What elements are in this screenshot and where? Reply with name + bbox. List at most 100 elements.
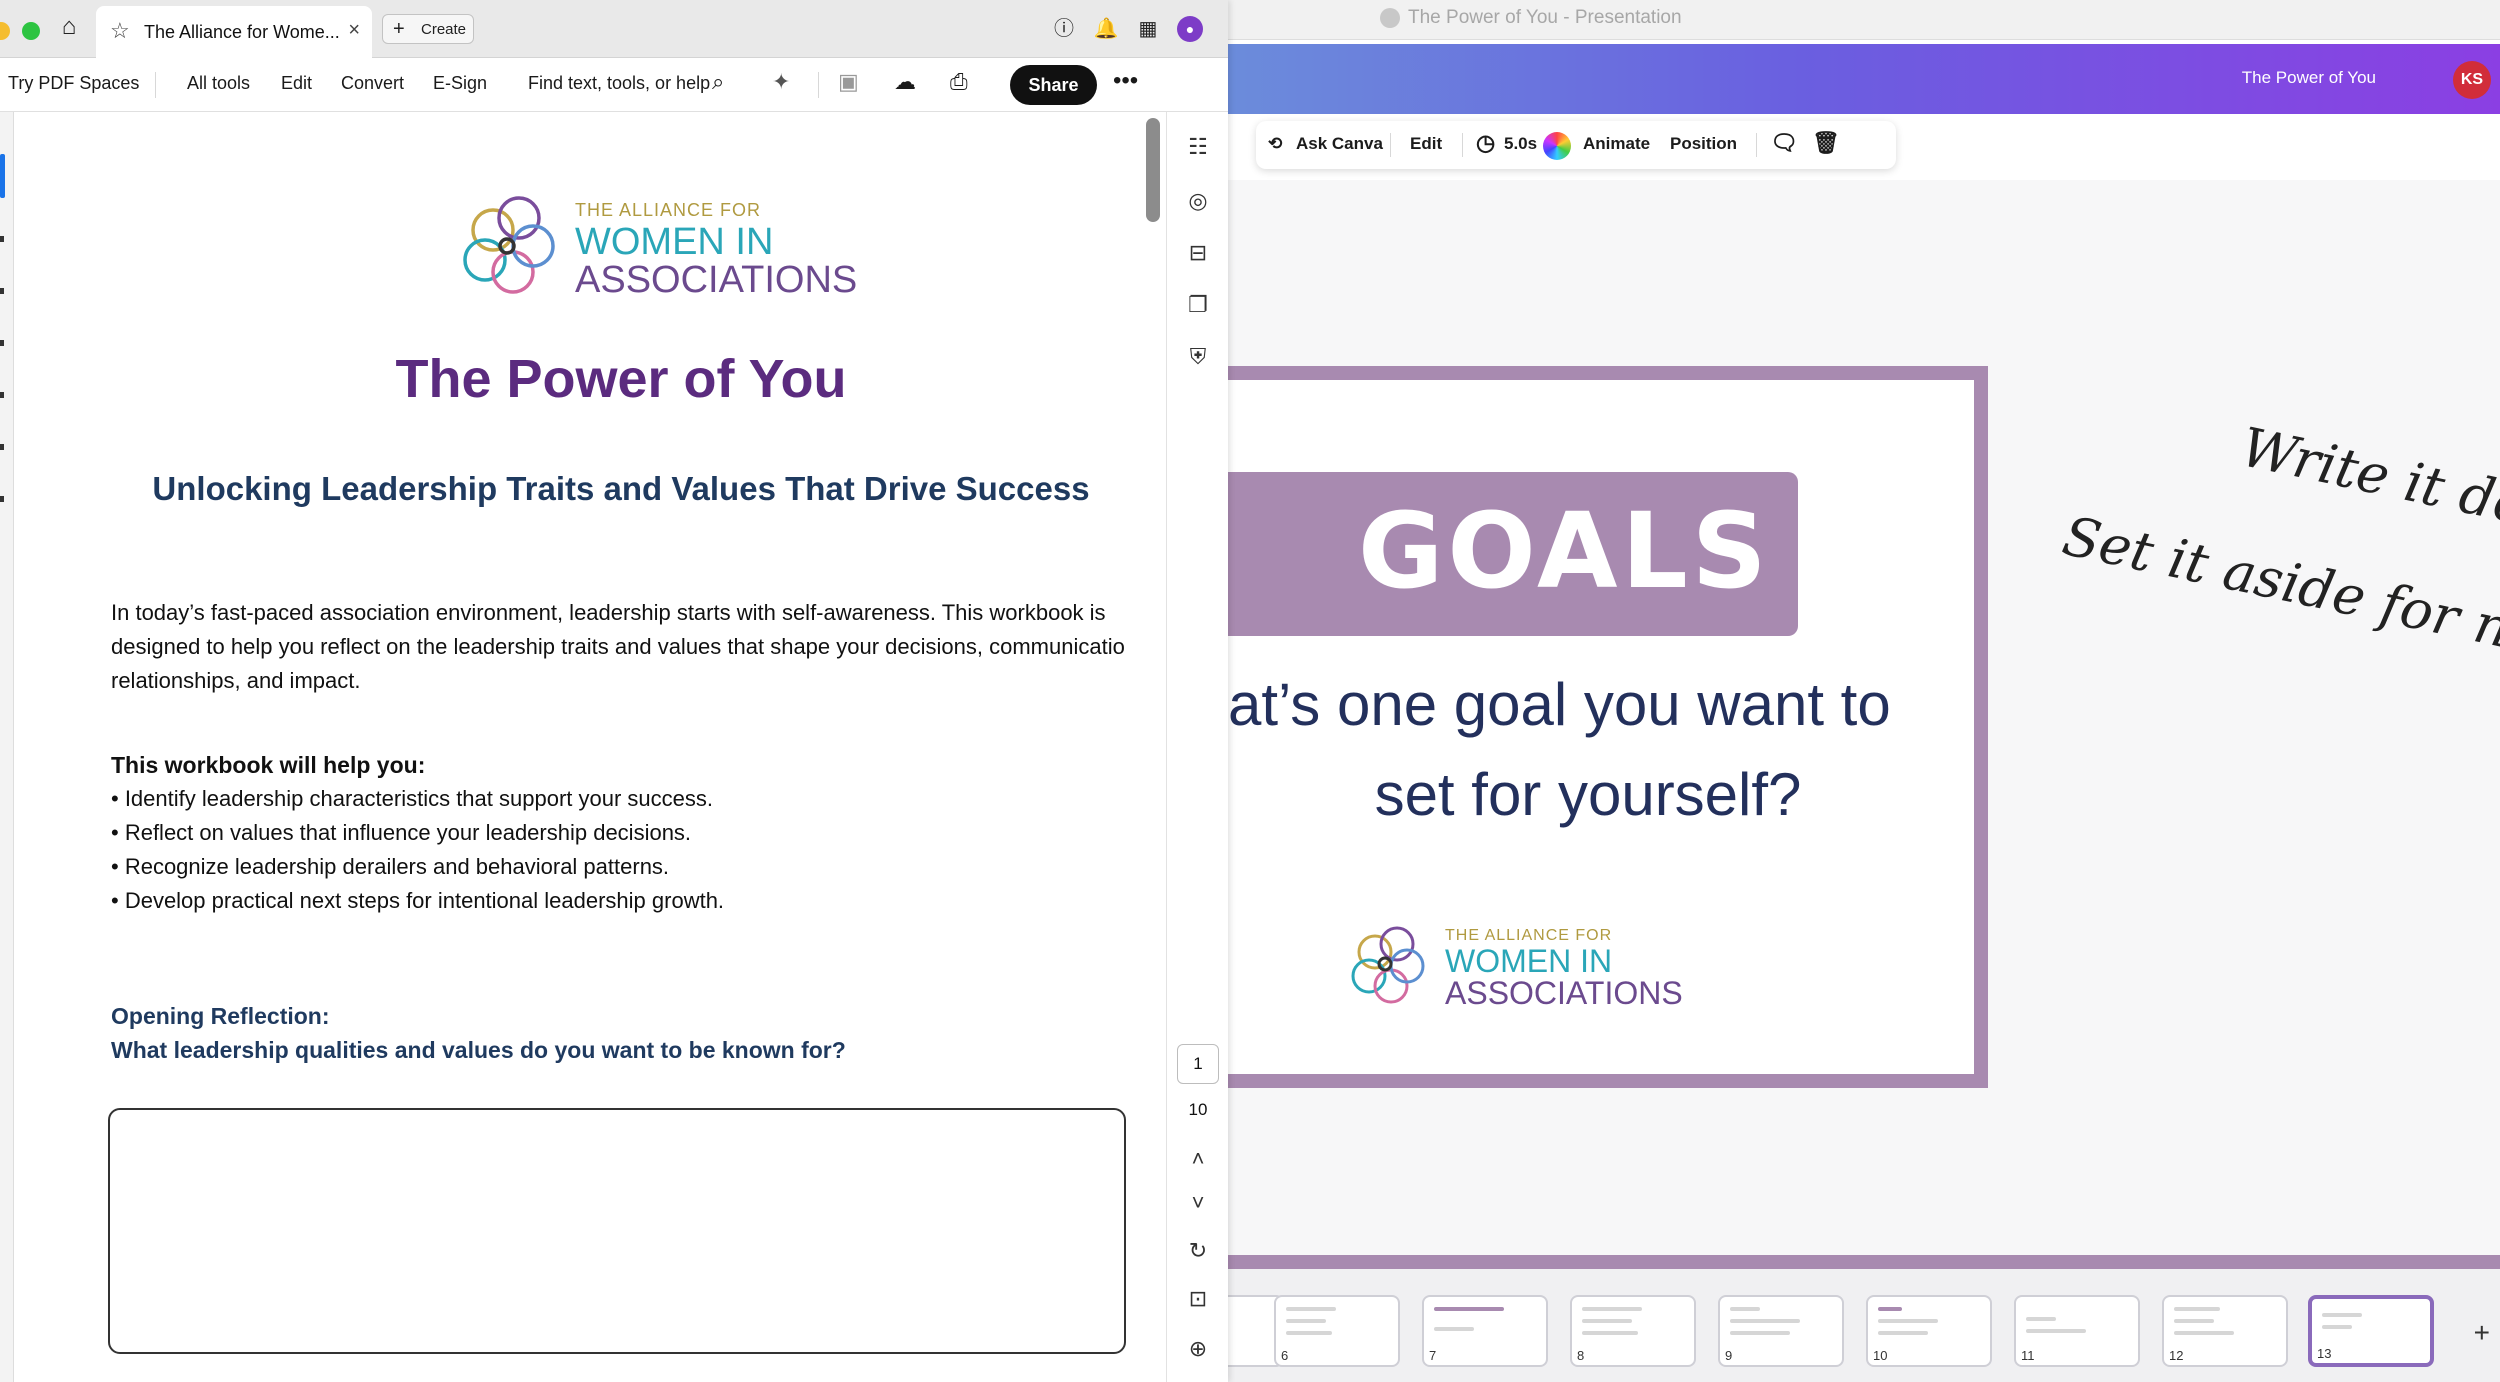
element-toolbar: ⟲ Ask Canva Edit ◷ 5.0s Animate Position…	[1256, 121, 1896, 169]
bookmarks-icon[interactable]: ⊟	[1183, 238, 1213, 268]
save-icon[interactable]: ▣	[838, 69, 859, 95]
print-icon[interactable]: ⎙	[950, 69, 968, 95]
zoom-in-icon[interactable]: ⊕	[1183, 1334, 1213, 1364]
pages-icon[interactable]: ❐	[1183, 290, 1213, 320]
edit-button[interactable]: Edit	[1410, 134, 1442, 154]
slide-thumbnail[interactable]: 10	[1866, 1295, 1992, 1367]
alliance-logo[interactable]: THE ALLIANCE FOR WOMEN IN ASSOCIATIONS	[1345, 914, 1685, 1024]
document-scrollbar[interactable]	[1146, 118, 1160, 222]
user-avatar[interactable]: KS	[2453, 61, 2491, 99]
current-slide[interactable]: GOALS at’s one goal you want to set for …	[1228, 366, 1988, 1088]
comment-icon[interactable]: ◎	[1183, 186, 1213, 216]
total-pages: 10	[1188, 1100, 1208, 1119]
right-tools-rail: ☷ ◎ ⊟ ❐ ⛨ 1 10 ˄ ˅ ↻ ⊡ ⊕	[1166, 112, 1228, 1382]
browser-tab-bar: ⌂ ☆ The Alliance for Wome... × + Create …	[0, 0, 1228, 58]
ask-canva-icon[interactable]: ⟲	[1268, 134, 1282, 154]
slide-number: 12	[2169, 1348, 2184, 1363]
logo-text-bottom: ASSOCIATIONS	[1445, 975, 1683, 1011]
slide-thumbnail-active[interactable]: 13	[2308, 1295, 2434, 1367]
tab-title: The Alliance for Wome...	[144, 22, 340, 42]
comment-add-icon[interactable]: 🗨	[1770, 130, 1798, 156]
handwritten-note-line1[interactable]: Write it down.	[2236, 415, 2500, 557]
current-page-input[interactable]: 1	[1177, 1044, 1219, 1084]
help-icon[interactable]: ⓘ	[1051, 16, 1077, 42]
document-tab[interactable]: ☆ The Alliance for Wome... ×	[96, 6, 372, 58]
star-icon[interactable]: ☆	[110, 18, 130, 44]
minimize-window-icon[interactable]	[0, 22, 10, 40]
slide-thumbnail-strip: 6 7 8 9 10 11 12 13 +	[1228, 1269, 2500, 1382]
presentation-titlebar: The Power of You - Presentation	[1228, 0, 2500, 40]
trash-icon[interactable]: 🗑	[1812, 130, 1840, 156]
slide-number: 13	[2317, 1346, 2332, 1361]
pdf-page[interactable]: THE ALLIANCE FOR WOMEN IN ASSOCIATIONS T…	[14, 112, 1144, 1382]
document-subtitle: Unlocking Leadership Traits and Values T…	[152, 470, 1090, 507]
more-options-icon[interactable]: •••	[1113, 67, 1138, 95]
ai-summary-icon[interactable]: ☷	[1183, 132, 1213, 162]
close-tab-icon[interactable]: ×	[348, 19, 360, 42]
all-tools-menu[interactable]: All tools	[187, 73, 250, 94]
reflection-answer-field[interactable]	[108, 1108, 1126, 1354]
alliance-logo: THE ALLIANCE FOR WOMEN IN ASSOCIATIONS	[463, 196, 857, 301]
bullet-item: • Recognize leadership derailers and beh…	[111, 854, 670, 879]
chevron-down-icon[interactable]: ˅	[1183, 1188, 1213, 1218]
pdf-toolbar: Try PDF Spaces All tools Edit Convert E-…	[0, 58, 1228, 112]
profile-avatar[interactable]: ●	[1177, 16, 1203, 42]
ask-canva-button[interactable]: Ask Canva	[1296, 134, 1383, 154]
share-button[interactable]: Share	[1010, 65, 1097, 105]
color-wheel-icon[interactable]	[1543, 132, 1571, 160]
logo-text-top: THE ALLIANCE FOR	[575, 200, 761, 220]
divider	[818, 72, 819, 98]
create-button[interactable]: + Create	[382, 14, 474, 44]
pdf-viewer-window: ⌂ ☆ The Alliance for Wome... × + Create …	[0, 0, 1228, 1382]
notification-bell-icon[interactable]: 🔔	[1093, 16, 1119, 42]
slide-thumbnail[interactable]: 7	[1422, 1295, 1548, 1367]
try-pdf-spaces-link[interactable]: Try PDF Spaces	[8, 73, 139, 94]
slide-thumbnail[interactable]: 9	[1718, 1295, 1844, 1367]
add-slide-icon[interactable]: +	[2474, 1317, 2490, 1349]
chevron-up-icon[interactable]: ˄	[1183, 1144, 1213, 1174]
active-indicator	[0, 154, 5, 198]
apps-grid-icon[interactable]: ▦	[1135, 16, 1161, 42]
goals-banner[interactable]: GOALS	[1228, 472, 1798, 636]
bullet-item: • Develop practical next steps for inten…	[111, 888, 725, 913]
duration-button[interactable]: 5.0s	[1504, 134, 1537, 154]
logo-text-bottom: ASSOCIATIONS	[575, 259, 857, 301]
find-search-field[interactable]: Find text, tools, or help	[528, 73, 710, 94]
divider	[1462, 133, 1463, 157]
slide-question-line1[interactable]: at’s one goal you want to	[1228, 670, 1988, 739]
rotate-icon[interactable]: ↻	[1183, 1236, 1213, 1266]
intro-line: In today’s fast-paced association enviro…	[111, 600, 1106, 625]
edit-menu[interactable]: Edit	[281, 73, 312, 94]
position-button[interactable]: Position	[1670, 134, 1737, 154]
bullet-item: • Identify leadership characteristics th…	[111, 786, 713, 811]
app-icon	[1380, 8, 1400, 28]
slide-number: 9	[1725, 1348, 1733, 1363]
document-title[interactable]: The Power of You	[2242, 68, 2376, 88]
slide-number: 7	[1429, 1348, 1437, 1363]
divider	[1756, 133, 1757, 157]
slide-thumbnail[interactable]: 11	[2014, 1295, 2140, 1367]
slide-thumbnail[interactable]: 12	[2162, 1295, 2288, 1367]
slide-thumbnail[interactable]: 6	[1274, 1295, 1400, 1367]
opening-reflection-heading: Opening Reflection:	[111, 1003, 330, 1029]
left-sidebar-rail	[0, 112, 14, 1382]
bullet-item: • Reflect on values that influence your …	[111, 820, 692, 845]
upload-cloud-icon[interactable]: ☁	[894, 69, 916, 95]
handwritten-note-line2[interactable]: Set it aside for now.	[2057, 504, 2500, 679]
fit-page-icon[interactable]: ⊡	[1183, 1284, 1213, 1314]
window-title: The Power of You - Presentation	[1408, 7, 1682, 28]
animate-button[interactable]: Animate	[1583, 134, 1650, 154]
slide-thumbnail[interactable]: 8	[1570, 1295, 1696, 1367]
security-icon[interactable]: ⛨	[1183, 342, 1213, 372]
goals-heading[interactable]: GOALS	[1358, 490, 1771, 612]
esign-menu[interactable]: E-Sign	[433, 73, 487, 94]
opening-reflection-question: What leadership qualities and values do …	[111, 1037, 846, 1063]
slide-question-line2[interactable]: set for yourself?	[1308, 760, 1868, 829]
home-icon[interactable]: ⌂	[56, 14, 82, 40]
maximize-window-icon[interactable]	[22, 22, 40, 40]
convert-menu[interactable]: Convert	[341, 73, 404, 94]
ai-assistant-icon[interactable]: ✦	[772, 69, 790, 95]
logo-text-mid: WOMEN IN	[1445, 943, 1612, 979]
clock-icon[interactable]: ◷	[1476, 130, 1495, 156]
search-icon[interactable]: ⌕	[712, 69, 724, 95]
